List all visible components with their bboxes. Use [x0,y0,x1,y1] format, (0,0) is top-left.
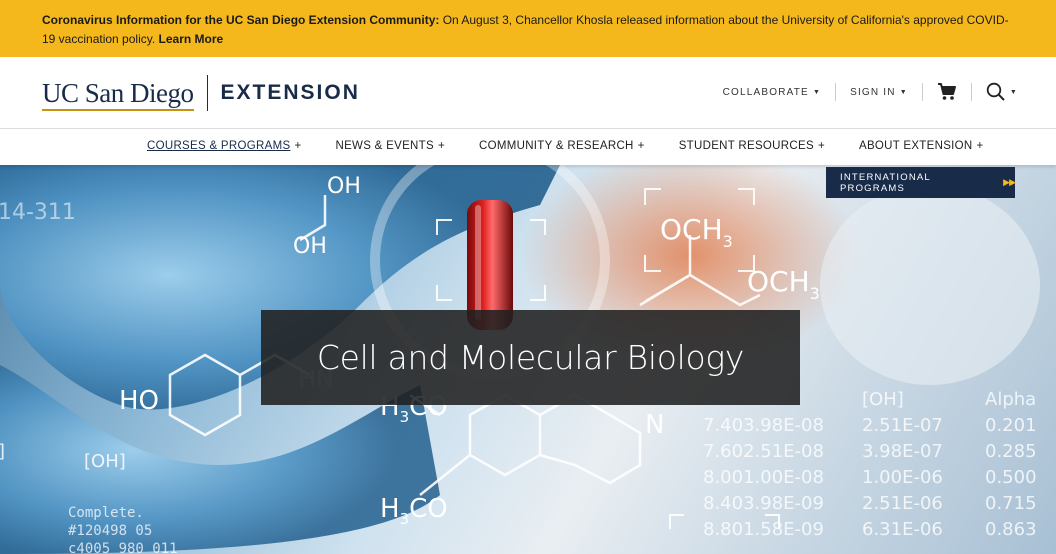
plus-icon: + [817,140,825,152]
svg-text:]: ] [0,441,5,462]
table-cell: 0.715 [985,493,1037,514]
chem-label: HO [119,386,159,416]
plus-icon: + [637,140,645,152]
table-cell: 2.51E-06 [862,493,943,514]
caret-down-icon: ▼ [1009,88,1018,96]
sign-in-dropdown[interactable]: SIGN IN ▼ [850,87,908,98]
nav-label: STUDENT RESOURCES [678,140,814,152]
console-line: #120498 05 [68,523,152,539]
chem-label: [OH] [84,451,126,472]
site-logo[interactable]: UC San Diego EXTENSION [42,73,360,113]
nav-student-resources[interactable]: STUDENT RESOURCES + [679,140,825,152]
double-arrow-icon: ▶▶ [1003,177,1016,187]
main-nav: COURSES & PROGRAMS + NEWS & EVENTS + COMMU… [0,128,1056,165]
divider [835,83,837,101]
utility-nav: COLLABORATE ▼ SIGN IN ▼ ▼ [723,77,1018,107]
plus-icon: + [437,140,445,152]
logo-divider [206,75,208,111]
international-programs-button[interactable]: INTERNATIONAL PROGRAMS ▶▶ [826,167,1016,198]
search-icon[interactable]: ▼ [986,82,1018,102]
nav-community-research[interactable]: COMMUNITY & RESEARCH + [479,140,645,152]
nav-label: ABOUT EXTENSION [858,140,973,152]
plus-icon: + [294,140,302,152]
table-cell: 6.31E-06 [862,519,943,540]
table-cell: 0.863 [985,519,1037,540]
table-cell: 8.801.58E-09 [703,519,824,540]
nav-news-events[interactable]: NEWS & EVENTS + [335,140,445,152]
logo-extension: EXTENSION [220,81,360,104]
table-cell: 0.201 [985,415,1037,436]
table-cell: 3.98E-07 [862,441,943,462]
divider [921,83,923,101]
hero-banner: OH OH OCH3 OCH3 HO HN H3CO H3CO N [OH] ]… [0,165,1056,554]
nav-label: COMMUNITY & RESEARCH [478,140,634,152]
svg-text:H3CO: H3CO [380,494,448,528]
learn-more-link[interactable]: Learn More [159,32,224,46]
logo-ucsd: UC San Diego [42,77,194,111]
divider [970,83,972,101]
sign-in-label: SIGN IN [850,86,896,98]
table-header: [OH] [862,389,904,410]
svg-text:OCH3: OCH3 [747,265,820,303]
nav-label: COURSES & PROGRAMS [147,140,291,152]
collaborate-label: COLLABORATE [722,86,809,98]
caret-down-icon: ▼ [812,88,822,96]
covid-alert-banner: Coronavirus Information for the UC San D… [0,0,1056,57]
chem-label: 14-311 [0,200,76,225]
table-header: Alpha [985,389,1036,410]
chem-label: N [645,410,664,440]
nav-label: NEWS & EVENTS [335,140,434,152]
table-cell: 0.285 [985,441,1037,462]
nav-courses-programs[interactable]: COURSES & PROGRAMS + [147,140,301,152]
site-header: UC San Diego EXTENSION COLLABORATE ▼ SIG… [0,57,1056,128]
caret-down-icon: ▼ [899,88,908,96]
nav-about-extension[interactable]: ABOUT EXTENSION + [859,140,984,152]
hero-title: Cell and Molecular Biology [316,338,745,377]
table-cell: 7.602.51E-08 [703,441,824,462]
table-cell: 1.00E-06 [862,467,943,488]
chem-label: OH [293,234,327,259]
hero-title-box: Cell and Molecular Biology [261,310,800,405]
table-cell: 2.51E-07 [862,415,943,436]
console-line: c4005 980 011 [68,541,178,554]
chem-label: OH [327,174,361,199]
cart-icon[interactable] [937,83,957,101]
plus-icon: + [976,140,984,152]
alert-title: Coronavirus Information for the UC San D… [42,13,440,27]
table-cell: 0.500 [985,467,1037,488]
collaborate-dropdown[interactable]: COLLABORATE ▼ [723,87,822,98]
table-cell: 7.403.98E-08 [703,415,824,436]
console-line: Complete. [68,505,144,521]
intl-label: INTERNATIONAL PROGRAMS [840,171,931,194]
svg-text:OCH3: OCH3 [660,213,733,251]
table-cell: 8.403.98E-09 [703,493,824,514]
table-cell: 8.001.00E-08 [703,467,824,488]
